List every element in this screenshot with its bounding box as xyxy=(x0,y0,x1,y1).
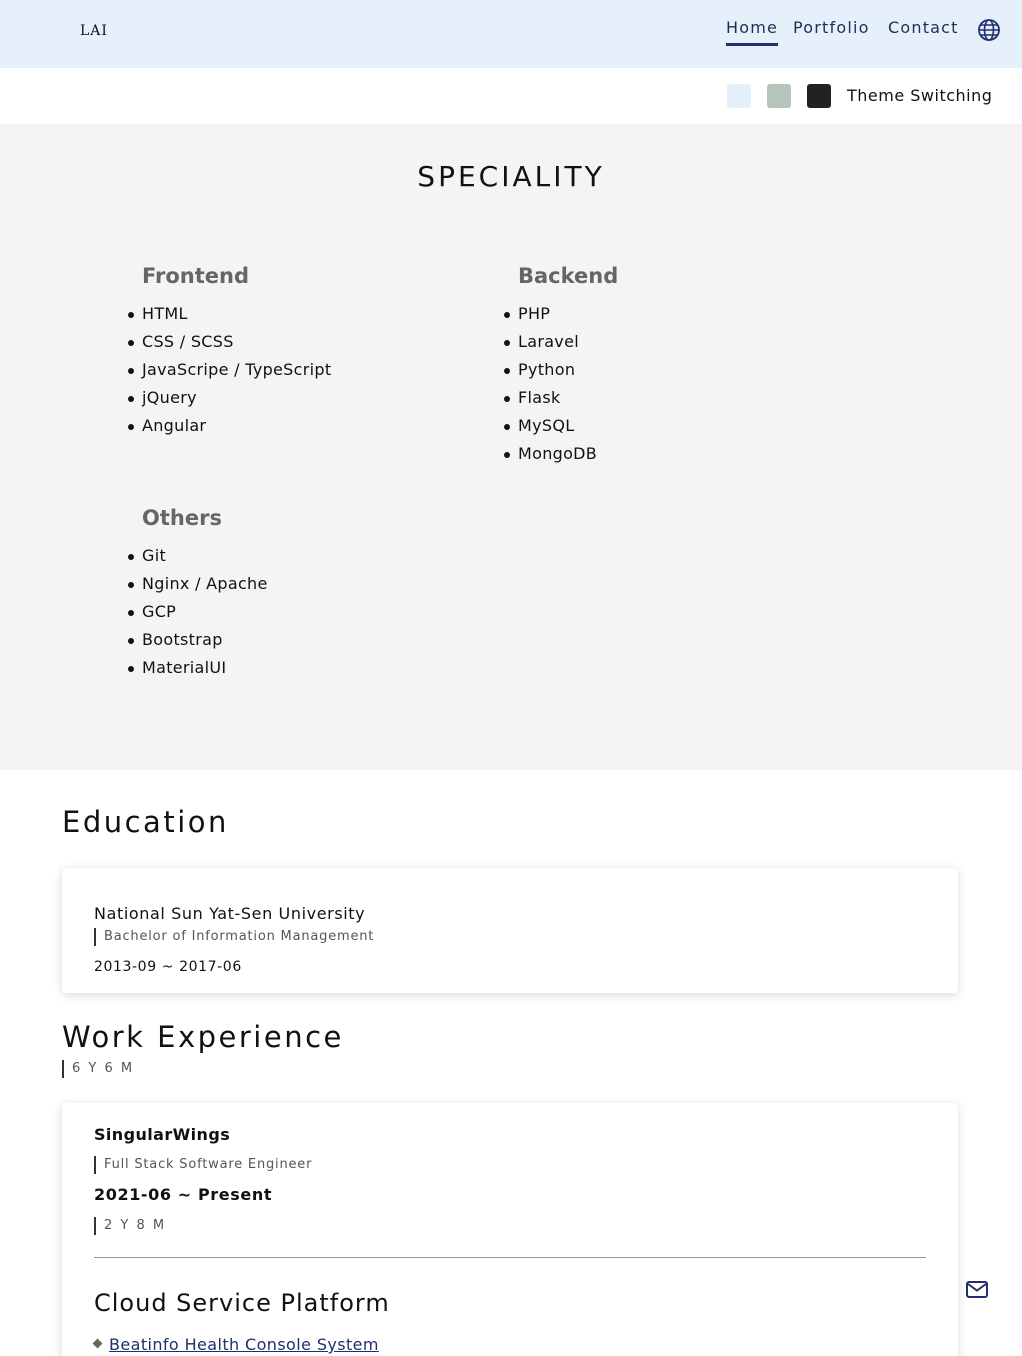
theme-switching-label: Theme Switching xyxy=(847,86,993,105)
site-logo[interactable]: LAI xyxy=(80,23,108,39)
list-item: jQuery xyxy=(128,386,458,414)
backend-group: Backend PHP Laravel Python Flask MySQL M… xyxy=(504,262,834,470)
speciality-title: SPECIALITY xyxy=(417,160,605,193)
list-item: MongoDB xyxy=(504,442,834,470)
list-item: MySQL xyxy=(504,414,834,442)
list-item: CSS / SCSS xyxy=(128,330,458,358)
theme-swatch-sage[interactable] xyxy=(767,84,791,108)
company-name: SingularWings xyxy=(94,1125,231,1144)
others-list: Git Nginx / Apache GCP Bootstrap Materia… xyxy=(128,544,458,684)
list-item: Angular xyxy=(128,414,458,442)
list-item: Bootstrap xyxy=(128,628,458,656)
theme-switch-bar: Theme Switching xyxy=(0,68,1022,124)
nav-home[interactable]: Home xyxy=(726,18,779,46)
list-item: HTML xyxy=(128,302,458,330)
frontend-group: Frontend HTML CSS / SCSS JavaScripe / Ty… xyxy=(128,262,458,442)
theme-swatch-dark[interactable] xyxy=(807,84,831,108)
globe-icon[interactable] xyxy=(977,18,1001,42)
list-item: MaterialUI xyxy=(128,656,458,684)
diamond-bullet-icon xyxy=(92,1338,103,1349)
job-title: Full Stack Software Engineer xyxy=(94,1156,312,1174)
speciality-section: SPECIALITY Frontend HTML CSS / SCSS Java… xyxy=(0,124,1022,770)
mail-icon[interactable] xyxy=(964,1276,990,1302)
backend-list: PHP Laravel Python Flask MySQL MongoDB xyxy=(504,302,834,470)
list-item: Laravel xyxy=(504,330,834,358)
education-dates: 2013-09 ~ 2017-06 xyxy=(94,959,242,975)
list-item: Nginx / Apache xyxy=(128,572,458,600)
frontend-heading: Frontend xyxy=(142,264,249,288)
list-item: Git xyxy=(128,544,458,572)
job-card: SingularWings Full Stack Software Engine… xyxy=(62,1103,958,1356)
degree-label: Bachelor of Information Management xyxy=(94,928,374,946)
list-item: GCP xyxy=(128,600,458,628)
education-card: National Sun Yat-Sen University Bachelor… xyxy=(62,868,958,993)
education-title: Education xyxy=(62,805,229,839)
nav-portfolio[interactable]: Portfolio xyxy=(793,18,870,37)
divider xyxy=(94,1257,926,1258)
nav-contact[interactable]: Contact xyxy=(888,18,959,37)
project-link[interactable]: Beatinfo Health Console System xyxy=(109,1335,379,1354)
school-name: National Sun Yat-Sen University xyxy=(94,904,366,923)
frontend-list: HTML CSS / SCSS JavaScripe / TypeScript … xyxy=(128,302,458,442)
list-item: Python xyxy=(504,358,834,386)
project-link-item: Beatinfo Health Console System xyxy=(92,1335,379,1354)
job-duration: 2 Y 8 M xyxy=(94,1217,166,1235)
others-heading: Others xyxy=(142,506,222,530)
work-experience-title: Work Experience xyxy=(62,1020,344,1054)
top-header: LAI Home Portfolio Contact xyxy=(0,0,1022,68)
list-item: Flask xyxy=(504,386,834,414)
list-item: JavaScripe / TypeScript xyxy=(128,358,458,386)
list-item: PHP xyxy=(504,302,834,330)
others-group: Others Git Nginx / Apache GCP Bootstrap … xyxy=(128,504,458,684)
backend-heading: Backend xyxy=(518,264,619,288)
project-title: Cloud Service Platform xyxy=(94,1289,390,1317)
job-dates: 2021-06 ~ Present xyxy=(94,1185,273,1204)
work-total-duration: 6 Y 6 M xyxy=(62,1060,134,1078)
theme-swatch-light[interactable] xyxy=(727,84,751,108)
